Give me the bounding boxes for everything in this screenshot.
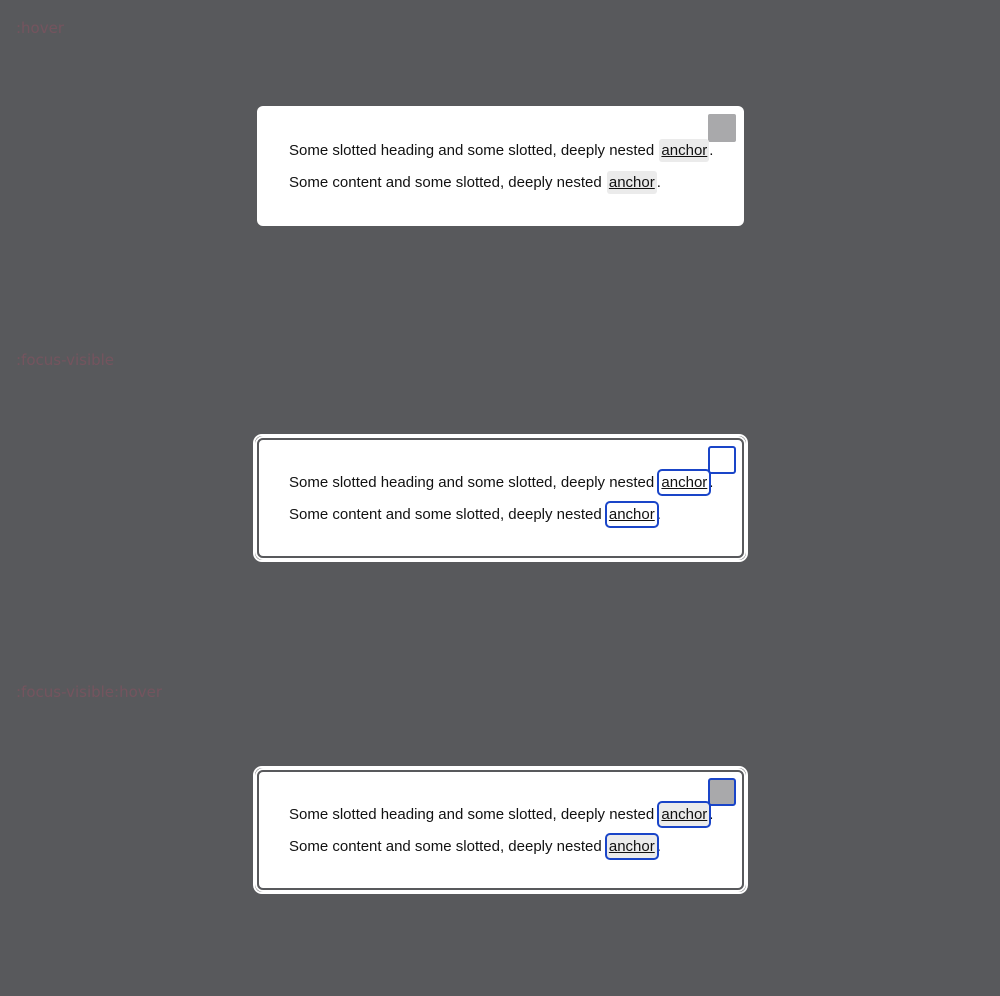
content-text: Some content and some slotted, deeply ne… (289, 506, 606, 523)
content-suffix: . (656, 838, 661, 855)
heading-anchor-link[interactable]: anchor (657, 801, 712, 828)
heading-suffix: . (709, 806, 714, 823)
dialog-heading: Some slotted heading and some slotted, d… (289, 801, 714, 834)
content-suffix: . (656, 506, 661, 523)
dialog-content: Some slotted heading and some slotted, d… (289, 801, 714, 866)
dialog-heading: Some slotted heading and some slotted, d… (289, 469, 714, 502)
content-anchor-link[interactable]: anchor (604, 833, 659, 860)
dialog-body: Some content and some slotted, deeply ne… (289, 170, 713, 202)
dialog-body: Some content and some slotted, deeply ne… (289, 833, 713, 866)
dialog-heading: Some slotted heading and some slotted, d… (289, 138, 713, 170)
state-label-focus-visible-hover: :focus-visible:hover (16, 683, 163, 701)
state-label-hover: :hover (16, 19, 65, 37)
content-text: Some content and some slotted, deeply ne… (289, 174, 606, 191)
dialog-hover: Some slotted heading and some slotted, d… (257, 106, 744, 226)
content-suffix: . (656, 174, 661, 191)
dialog-content: Some slotted heading and some slotted, d… (289, 138, 713, 202)
state-label-focus-visible: :focus-visible (16, 351, 115, 369)
heading-anchor-link[interactable]: anchor (659, 139, 710, 162)
heading-suffix: . (709, 142, 714, 159)
heading-text: Some slotted heading and some slotted, d… (289, 142, 659, 159)
content-anchor-link[interactable]: anchor (604, 501, 659, 528)
dialog-content: Some slotted heading and some slotted, d… (289, 469, 714, 534)
heading-text: Some slotted heading and some slotted, d… (289, 474, 659, 491)
content-text: Some content and some slotted, deeply ne… (289, 838, 606, 855)
dialog-body: Some content and some slotted, deeply ne… (289, 501, 713, 534)
heading-suffix: . (709, 474, 714, 491)
content-anchor-link[interactable]: anchor (606, 171, 657, 194)
heading-text: Some slotted heading and some slotted, d… (289, 806, 659, 823)
dialog-focus-visible-hover: Some slotted heading and some slotted, d… (253, 766, 748, 894)
heading-anchor-link[interactable]: anchor (657, 469, 712, 496)
dialog-focus-visible: Some slotted heading and some slotted, d… (253, 434, 748, 562)
